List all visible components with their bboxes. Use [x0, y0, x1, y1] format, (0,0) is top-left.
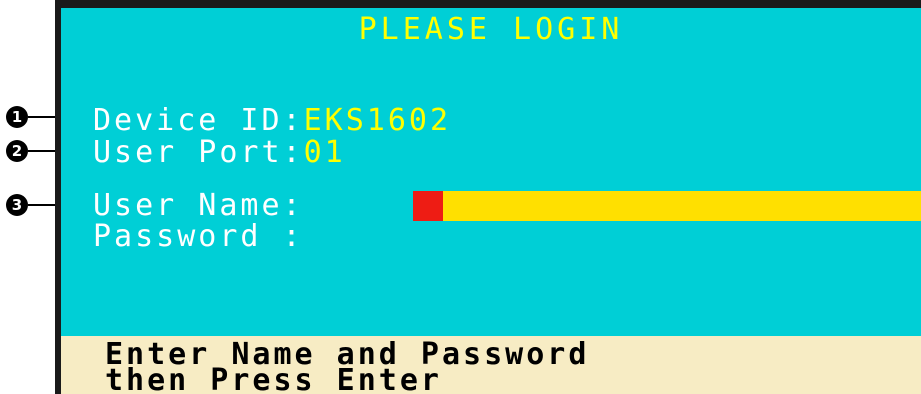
callout-number: 3 — [6, 194, 28, 216]
user-name-input[interactable] — [413, 191, 921, 221]
page-title: PLEASE LOGIN — [358, 12, 624, 47]
device-id-label: Device ID: — [93, 103, 304, 138]
status-line-2: then Press Enter — [105, 363, 442, 394]
user-port-label: User Port: — [93, 135, 304, 170]
user-port-value: 01 — [303, 135, 346, 170]
callout-number: 1 — [6, 106, 28, 128]
text-cursor — [413, 191, 443, 221]
status-bar: Enter Name and Password then Press Enter — [61, 336, 921, 394]
user-port-row: User Port:01 — [93, 136, 346, 170]
user-name-row: User Name: — [93, 189, 304, 223]
callout-number: 2 — [6, 140, 28, 162]
kvm-screen-frame: PLEASE LOGIN Device ID:EKS1602 User Port… — [55, 0, 921, 394]
login-screen: PLEASE LOGIN Device ID:EKS1602 User Port… — [61, 8, 921, 394]
password-label: Password : — [93, 219, 304, 254]
device-id-value: EKS1602 — [303, 103, 452, 138]
password-row: Password : — [93, 220, 304, 254]
device-id-row: Device ID:EKS1602 — [93, 104, 451, 138]
user-name-label: User Name: — [93, 188, 304, 223]
